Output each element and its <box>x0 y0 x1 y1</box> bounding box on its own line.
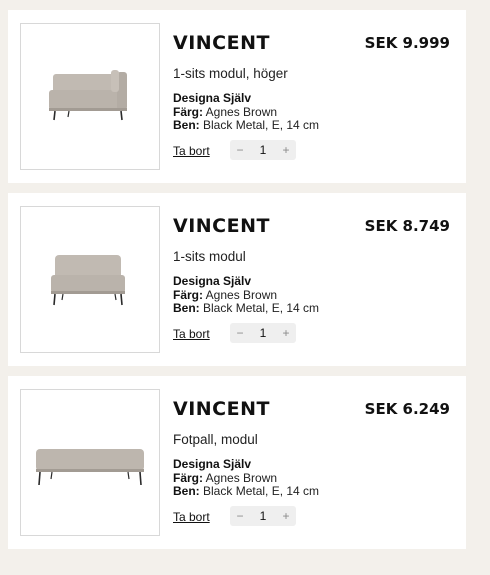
decrease-button[interactable]: − <box>230 326 250 340</box>
product-variant: 1-sits modul, höger <box>173 66 288 81</box>
cart-list: VINCENT SEK 9.999 1-sits modul, höger De… <box>0 0 490 575</box>
product-title[interactable]: VINCENT <box>173 398 270 420</box>
product-image[interactable] <box>20 206 160 353</box>
sofa-right-module-image <box>49 69 127 120</box>
product-variant: 1-sits modul <box>173 249 246 264</box>
color-label: Färg: <box>173 104 203 119</box>
quantity-value[interactable]: 1 <box>260 509 267 523</box>
product-specs: Designa Själv Färg: Agnes Brown Ben: Bla… <box>173 457 320 499</box>
color-value: Agnes Brown <box>205 470 278 485</box>
remove-button[interactable]: Ta bort <box>173 510 210 524</box>
product-price: SEK 6.249 <box>364 400 450 418</box>
product-title[interactable]: VINCENT <box>173 32 270 54</box>
product-specs: Designa Själv Färg: Agnes Brown Ben: Bla… <box>173 91 320 133</box>
quantity-stepper: − 1 + <box>230 323 296 343</box>
sofa-module-image <box>51 254 125 305</box>
product-specs: Designa Själv Färg: Agnes Brown Ben: Bla… <box>173 274 320 316</box>
increase-button[interactable]: + <box>276 143 296 157</box>
legs-value: Black Metal, E, 14 cm <box>203 301 320 315</box>
legs-value: Black Metal, E, 14 cm <box>203 484 320 498</box>
increase-button[interactable]: + <box>276 509 296 523</box>
remove-button[interactable]: Ta bort <box>173 144 210 158</box>
cart-item: VINCENT SEK 9.999 1-sits modul, höger De… <box>8 10 466 183</box>
design-label: Designa Själv <box>173 457 252 471</box>
legs-label: Ben: <box>173 484 200 498</box>
cart-item: VINCENT SEK 8.749 1-sits modul Designa S… <box>8 193 466 366</box>
product-price: SEK 8.749 <box>364 217 450 235</box>
legs-label: Ben: <box>173 118 200 132</box>
quantity-stepper: − 1 + <box>230 506 296 526</box>
design-label: Designa Själv <box>173 91 252 105</box>
quantity-value[interactable]: 1 <box>260 143 267 157</box>
color-value: Agnes Brown <box>205 104 278 119</box>
decrease-button[interactable]: − <box>230 143 250 157</box>
legs-value: Black Metal, E, 14 cm <box>203 118 320 132</box>
remove-button[interactable]: Ta bort <box>173 327 210 341</box>
quantity-value[interactable]: 1 <box>260 326 267 340</box>
color-value: Agnes Brown <box>205 287 278 302</box>
product-variant: Fotpall, modul <box>173 432 258 447</box>
legs-label: Ben: <box>173 301 200 315</box>
quantity-stepper: − 1 + <box>230 140 296 160</box>
design-label: Designa Själv <box>173 274 252 288</box>
product-price: SEK 9.999 <box>364 34 450 52</box>
cart-item: VINCENT SEK 6.249 Fotpall, modul Designa… <box>8 376 466 549</box>
color-label: Färg: <box>173 287 203 302</box>
increase-button[interactable]: + <box>276 326 296 340</box>
product-image[interactable] <box>20 389 160 536</box>
decrease-button[interactable]: − <box>230 509 250 523</box>
color-label: Färg: <box>173 470 203 485</box>
product-image[interactable] <box>20 23 160 170</box>
ottoman-image <box>36 448 144 485</box>
product-title[interactable]: VINCENT <box>173 215 270 237</box>
